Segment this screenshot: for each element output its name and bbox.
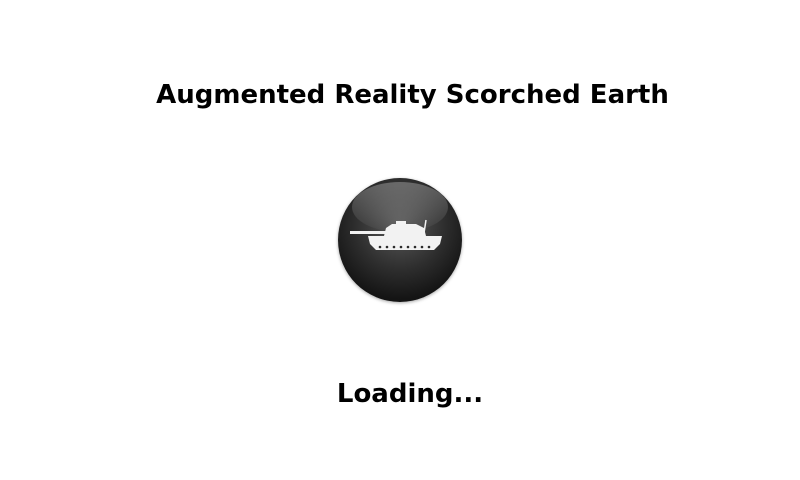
app-logo xyxy=(338,178,462,302)
app-title: Augmented Reality Scorched Earth xyxy=(156,80,669,110)
loading-text: Loading... xyxy=(336,379,484,409)
loading-screen: Augmented Reality Scorched Earth Loading… xyxy=(0,0,800,480)
tank-icon xyxy=(350,219,442,250)
